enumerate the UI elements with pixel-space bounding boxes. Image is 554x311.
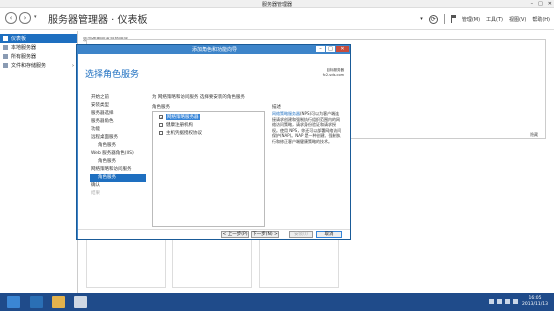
add-roles-wizard-dialog: 添加角色和功能向导 – □ ✕ 选择角色服务 目标服务器 fc2-vds.com… [76, 44, 351, 240]
dialog-title: 添加角色和功能向导 [191, 47, 237, 53]
servers-icon [3, 54, 8, 59]
dialog-controls: – □ ✕ [316, 46, 349, 52]
forward-button[interactable]: › [19, 12, 31, 24]
tray-volume-icon[interactable] [505, 299, 510, 304]
dialog-minimize-button[interactable]: – [316, 46, 325, 52]
description-body: (NPS)可以为客户端连接请求创建和强制执行组织范围内的网络访问策略，请求身份验… [272, 111, 342, 144]
dialog-close-button[interactable]: ✕ [336, 46, 349, 52]
menu-tools[interactable]: 工具(T) [486, 16, 503, 23]
sidebar-item-label: 本地服务器 [11, 45, 37, 51]
powershell-taskbar-icon[interactable] [30, 296, 43, 308]
window-controls: – □ ✕ [531, 1, 552, 7]
description-label: 描述 [272, 105, 281, 110]
system-tray [489, 299, 518, 304]
app-header: ‹ › ▾ 服务器管理器 · 仪表板 ▾ ⟳ 管理(M) 工具(T) 视图(V)… [0, 8, 554, 30]
header-tools: ▾ ⟳ 管理(M) 工具(T) 视图(V) 帮助(H) [420, 14, 550, 24]
role-service-label: 网络策略服务器 [166, 114, 200, 120]
dialog-titlebar: 添加角色和功能向导 – □ ✕ [77, 45, 352, 54]
instruction-text: 为 网络策略和访问服务 选择要安装的角色服务 [152, 95, 245, 100]
role-service-label: 主机凭据授权协议 [166, 131, 202, 136]
dialog-button-bar: < 上一步(P) 下一步(N) > 安装(I) 取消 [78, 229, 350, 239]
install-button: 安装(I) [289, 231, 313, 238]
tile-1 [86, 236, 166, 288]
divider [443, 14, 445, 24]
step-installation-type[interactable]: 安装类型 [90, 102, 146, 110]
back-button[interactable]: ‹ [5, 12, 17, 24]
refresh-icon[interactable]: ⟳ [428, 14, 438, 24]
checkbox-checked[interactable]: ✓ [159, 115, 163, 120]
role-service-hcap[interactable]: 主机凭据授权协议 [154, 129, 263, 137]
clock-date: 2013/11/13 [522, 302, 548, 307]
sidebar-item-all-servers[interactable]: 所有服务器 [0, 52, 77, 61]
step-web-server-iis[interactable]: Web 服务器角色(IIS) [90, 150, 146, 158]
step-npas[interactable]: 网络策略和访问服务 [90, 166, 146, 174]
menu-manage[interactable]: 管理(M) [462, 16, 480, 23]
description-highlight[interactable]: 网络策略服务器 [272, 111, 300, 116]
tile-3 [259, 236, 339, 288]
step-npas-role-services[interactable]: 角色服务 [90, 174, 146, 182]
refresh-dropdown-icon[interactable]: ▾ [420, 16, 423, 22]
tile-2 [172, 236, 252, 288]
destination-value: fc2-vds.com [322, 73, 344, 77]
sidebar-item-local-server[interactable]: 本地服务器 [0, 43, 77, 52]
file-explorer-taskbar-icon[interactable] [52, 296, 65, 308]
window-titlebar: 服务器管理器 – □ ✕ [0, 0, 554, 8]
role-services-label: 角色服务 [152, 105, 170, 110]
server-icon [3, 45, 8, 50]
sidebar-item-label: 所有服务器 [11, 54, 37, 60]
sidebar-item-dashboard[interactable]: 仪表板 [0, 34, 77, 43]
role-service-nps[interactable]: ✓ 网络策略服务器 [154, 113, 263, 121]
tray-network-icon[interactable] [497, 299, 502, 304]
maximize-button[interactable]: □ [538, 1, 543, 7]
destination-server: 目标服务器 fc2-vds.com [323, 68, 344, 78]
next-button[interactable]: 下一步(N) > [251, 231, 279, 238]
tray-flag-icon[interactable] [489, 299, 494, 304]
chevron-right-icon: › [72, 62, 74, 69]
minimize-button[interactable]: – [531, 1, 534, 7]
role-service-label: 健康注册机构 [166, 123, 193, 128]
history-dropdown-icon[interactable]: ▾ [34, 14, 37, 20]
tray-ime-icon[interactable] [513, 299, 518, 304]
wizard-taskbar-icon[interactable] [74, 296, 87, 308]
hide-link[interactable]: 隐藏 [530, 132, 538, 138]
wizard-steps: 开始之前 安装类型 服务器选择 服务器角色 功能 远程桌面服务 角色服务 Web… [90, 94, 146, 198]
sidebar-item-label: 仪表板 [11, 36, 27, 42]
storage-icon [3, 63, 8, 68]
sidebar: 仪表板 本地服务器 所有服务器 文件和存储服务 › [0, 31, 78, 293]
close-button[interactable]: ✕ [548, 1, 552, 7]
menu-help[interactable]: 帮助(H) [532, 16, 550, 23]
sidebar-item-label: 文件和存储服务 [11, 63, 47, 69]
checkbox-unchecked[interactable] [159, 131, 163, 135]
step-server-roles[interactable]: 服务器角色 [90, 118, 146, 126]
step-features[interactable]: 功能 [90, 126, 146, 134]
sidebar-item-file-storage[interactable]: 文件和存储服务 › [0, 61, 77, 70]
role-service-hra[interactable]: 健康注册机构 [154, 121, 263, 129]
previous-button[interactable]: < 上一步(P) [221, 231, 249, 238]
taskbar-clock[interactable]: 16:05 2013/11/13 [519, 296, 551, 308]
step-iis-role-services[interactable]: 角色服务 [90, 158, 146, 166]
dialog-maximize-button[interactable]: □ [326, 46, 335, 52]
dialog-body: 选择角色服务 目标服务器 fc2-vds.com 开始之前 安装类型 服务器选择… [78, 54, 350, 239]
taskbar: 16:05 2013/11/13 [0, 293, 554, 311]
menu-view[interactable]: 视图(V) [509, 16, 526, 23]
wizard-heading: 选择角色服务 [85, 70, 140, 80]
window-title: 服务器管理器 [261, 2, 292, 8]
description-text: 网络策略服务器(NPS)可以为客户端连接请求创建和强制执行组织范围内的网络访问策… [272, 111, 342, 144]
dashboard-icon [3, 36, 8, 41]
page-title: 服务器管理器 · 仪表板 [48, 15, 148, 26]
step-before-you-begin[interactable]: 开始之前 [90, 94, 146, 102]
step-results: 结果 [91, 191, 100, 196]
notifications-flag-icon[interactable] [450, 15, 456, 23]
role-services-list: ✓ 网络策略服务器 健康注册机构 主机凭据授权协议 [152, 111, 265, 227]
checkbox-unchecked[interactable] [159, 123, 163, 127]
step-server-selection[interactable]: 服务器选择 [90, 110, 146, 118]
server-manager-taskbar-icon[interactable] [7, 296, 20, 308]
step-remote-desktop[interactable]: 远程桌面服务 [90, 134, 146, 142]
step-confirmation[interactable]: 确认 [90, 182, 146, 190]
step-rds-role-services[interactable]: 角色服务 [90, 142, 146, 150]
cancel-button[interactable]: 取消 [316, 231, 342, 238]
